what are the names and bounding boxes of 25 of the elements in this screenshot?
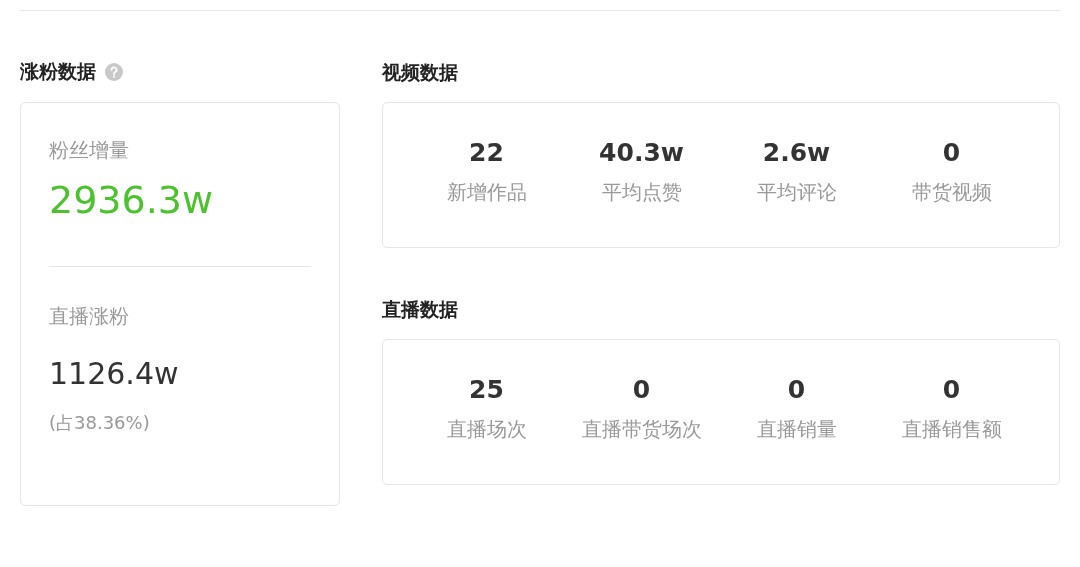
- stat-value: 0: [632, 375, 651, 404]
- stat-value: 2936.3w: [49, 178, 215, 222]
- stat-value: 0: [942, 138, 961, 167]
- stat-value: 40.3w: [599, 138, 684, 167]
- stat-value: 25: [469, 375, 504, 404]
- stat-label: 直播销量: [756, 416, 837, 443]
- stat-label: 直播涨粉: [49, 303, 130, 330]
- stat-value: 0: [942, 375, 961, 404]
- stat-value: 2.6w: [762, 138, 831, 167]
- stat-share: (占38.36%): [49, 411, 151, 435]
- section-title: 涨粉数据: [20, 59, 96, 84]
- stat-label: 直播场次: [446, 416, 527, 443]
- stat-label: 粉丝增量: [49, 137, 130, 164]
- stat-value: 22: [469, 138, 504, 167]
- section-title: 直播数据: [382, 297, 459, 322]
- section-title: 视频数据: [382, 60, 459, 85]
- stat-label: 平均评论: [756, 179, 837, 206]
- stat-label: 带货视频: [911, 179, 992, 206]
- stat-label: 直播销售额: [901, 416, 1002, 443]
- stat-value: 0: [787, 375, 806, 404]
- stat-label: 新增作品: [446, 179, 527, 206]
- help-icon[interactable]: [105, 63, 123, 81]
- stat-label: 平均点赞: [601, 179, 682, 206]
- stat-value: 1126.4w: [49, 356, 180, 391]
- stat-label: 直播带货场次: [581, 416, 702, 443]
